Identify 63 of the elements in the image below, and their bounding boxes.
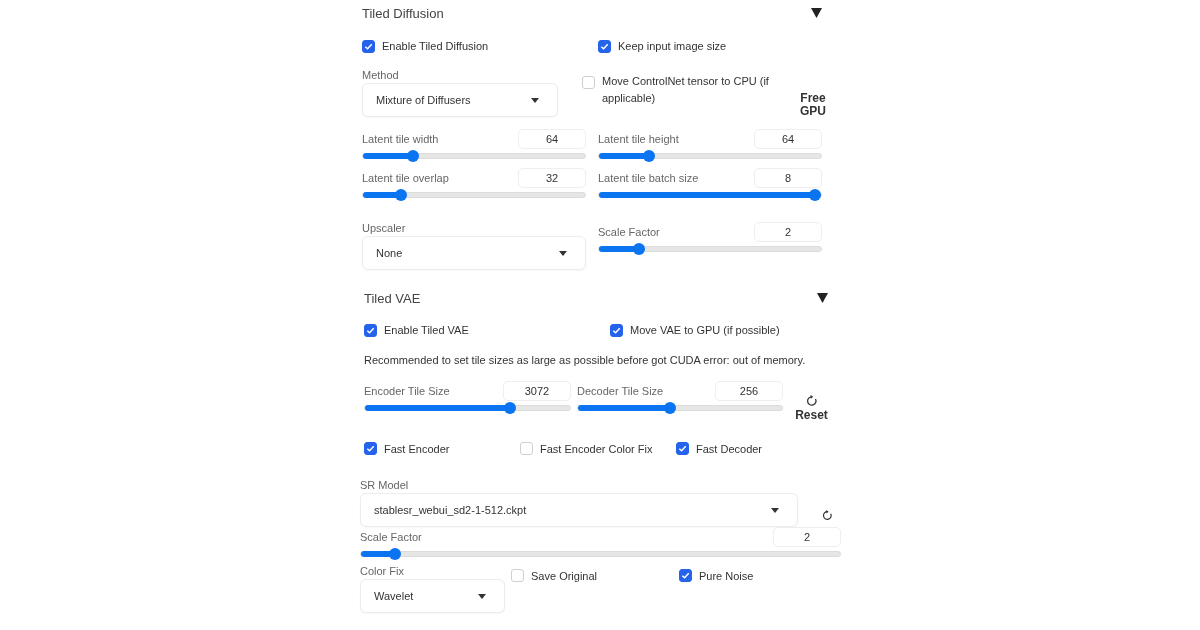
number-field[interactable]: 3072 — [503, 381, 571, 401]
checkbox[interactable] — [676, 442, 689, 455]
checkbox-label: Fast Encoder Color Fix — [540, 442, 653, 455]
slider-label: Scale Factor — [598, 226, 660, 238]
slider-label: Latent tile overlap — [362, 172, 449, 184]
checkbox-label: Fast Encoder — [384, 442, 450, 455]
slider-handle[interactable] — [664, 402, 677, 414]
dropdown-label: SR Model — [360, 479, 410, 491]
checkbox[interactable] — [598, 39, 611, 53]
checkbox-label: Enable Tiled VAE — [384, 324, 469, 336]
number-field[interactable]: 64 — [754, 129, 822, 149]
slider-handle[interactable] — [394, 189, 407, 201]
dropdown-label: Upscaler — [362, 222, 407, 234]
checkbox-label: Fast Decoder — [696, 442, 763, 455]
slider-handle[interactable] — [809, 189, 821, 201]
slider-label: Decoder Tile Size — [577, 385, 664, 397]
slider-label: Latent tile height — [598, 133, 679, 145]
checkbox-label: Move VAE to GPU (if possible) — [630, 324, 780, 336]
caret-icon — [771, 507, 779, 513]
dropdown[interactable]: Mixture of Diffusers — [362, 83, 558, 117]
number-field[interactable]: 64 — [518, 129, 586, 149]
slider-handle[interactable] — [407, 150, 420, 162]
dropdown-label: Color Fix — [360, 565, 405, 577]
dropdown[interactable]: stablesr_webui_sd2-1-512.ckpt — [360, 493, 798, 527]
free-gpu-button[interactable]: Free GPU — [796, 91, 830, 119]
slider-handle[interactable] — [643, 150, 656, 162]
slider-label: Latent tile width — [362, 133, 439, 145]
number-field[interactable]: 256 — [715, 381, 783, 401]
checkbox[interactable] — [610, 323, 623, 337]
collapse-triangle-icon[interactable] — [817, 293, 828, 303]
refresh-icon — [805, 395, 818, 407]
caret-icon — [559, 250, 567, 256]
slider-handle[interactable] — [389, 548, 401, 560]
slider-label: Scale Factor — [360, 531, 422, 543]
checkbox[interactable] — [362, 39, 375, 53]
checkbox-label: Save Original — [531, 569, 598, 582]
checkbox[interactable] — [364, 323, 377, 337]
refresh-icon — [822, 510, 833, 521]
caret-icon — [531, 97, 539, 103]
collapse-triangle-icon[interactable] — [811, 8, 822, 18]
checkbox-label: Enable Tiled Diffusion — [382, 40, 489, 52]
number-field[interactable]: 8 — [754, 168, 822, 188]
slider-handle[interactable] — [503, 402, 516, 414]
dropdown[interactable]: Wavelet — [360, 579, 505, 613]
dropdown[interactable]: None — [362, 236, 586, 270]
number-field[interactable]: 2 — [773, 527, 841, 547]
slider-handle[interactable] — [632, 243, 645, 255]
refresh-button[interactable] — [822, 510, 833, 521]
dropdown-label: Method — [362, 69, 400, 81]
checkbox-label: Move ControlNet tensor to CPU (if applicable) — [602, 74, 770, 106]
slider-label: Latent tile batch size — [598, 172, 699, 184]
checkbox-label: Pure Noise — [699, 569, 754, 582]
checkbox-label: Keep input image size — [618, 40, 727, 52]
reset-button[interactable]: Reset — [789, 395, 834, 422]
section-title: Tiled Diffusion — [362, 5, 444, 21]
caret-icon — [478, 593, 486, 599]
number-field[interactable]: 2 — [754, 222, 822, 242]
checkbox[interactable] — [679, 569, 692, 582]
info-text: Recommended to set tile sizes as large as possible before got CUDA error: out of memory. — [364, 354, 807, 366]
number-field[interactable]: 32 — [518, 168, 586, 188]
slider-label: Encoder Tile Size — [364, 385, 450, 397]
checkbox[interactable] — [364, 442, 377, 455]
section-title: Tiled VAE — [364, 290, 421, 306]
